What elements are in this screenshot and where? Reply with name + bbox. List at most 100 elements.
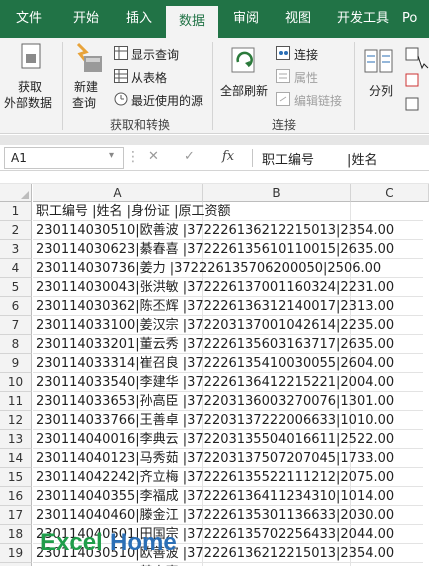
row-header[interactable]: 13 xyxy=(0,430,32,449)
link-icon xyxy=(276,92,290,106)
table-row: 14 230114040123|马秀茹 |372203137507207045|1… xyxy=(0,449,429,468)
group-separator xyxy=(212,42,213,130)
edit-links-label: 编辑链接 xyxy=(294,94,343,108)
row-header[interactable]: 8 xyxy=(0,335,32,354)
row-header[interactable]: 5 xyxy=(0,278,32,297)
row-header[interactable]: 7 xyxy=(0,316,32,335)
select-all-corner[interactable] xyxy=(0,184,32,202)
table-row: 11 230114033653|孙高臣 |372203136003270076|1… xyxy=(0,392,429,411)
cell-a[interactable]: 230114030623|綦春喜 |372226135610110015|263… xyxy=(33,240,423,259)
table-row: 7 230114033100|姜汉宗 |372203137001042614|22… xyxy=(0,316,429,335)
row-header[interactable]: 11 xyxy=(0,392,32,411)
cell-a[interactable]: 230114033201|董云秀 |372226135603163717|263… xyxy=(33,335,423,354)
table-row: 13 230114040016|李典云 |372203135504016611|2… xyxy=(0,430,429,449)
cell-a[interactable]: 230114033100|姜汉宗 |372203137001042614|223… xyxy=(33,316,423,335)
column-header-b[interactable]: B xyxy=(203,184,351,202)
split-columns-label: 分列 xyxy=(369,84,394,98)
recent-sources-label: 最近使用的源 xyxy=(131,94,204,108)
group-label-connections: 连接 xyxy=(272,118,297,132)
tab-data[interactable]: 数据 xyxy=(166,6,218,38)
new-query-icon xyxy=(76,42,102,72)
name-box[interactable]: A1 ▾ xyxy=(4,147,124,169)
split-columns-icon xyxy=(364,49,393,73)
table-row: 15 230114042242|齐立梅 |372226135522111212|2… xyxy=(0,468,429,487)
group-separator xyxy=(62,42,63,130)
table-row: 4 230114030736|姜力 |372226135706200050|250… xyxy=(0,259,429,278)
cell-a[interactable]: 230114030510|欧善波 |372226136212215013|235… xyxy=(33,221,423,240)
table-row: 8 230114033201|董云秀 |372226135603163717|26… xyxy=(0,335,429,354)
from-table-label: 从表格 xyxy=(131,71,168,85)
cell-a[interactable]: 230114040123|马秀茹 |372203137507207045|173… xyxy=(33,449,423,468)
name-box-value: A1 xyxy=(11,151,27,165)
tab-file[interactable]: 文件 xyxy=(4,0,54,38)
table-row: 1 职工编号 |姓名 |身份证 |原工资额 xyxy=(0,202,429,221)
group-label-get-transform: 获取和转换 xyxy=(110,118,171,132)
table-row: 10 230114033540|李建华 |372226136412215221|2… xyxy=(0,373,429,392)
table-row: 2 230114030510|欧善波 |372226136212215013|23… xyxy=(0,221,429,240)
ribbon: 获取 外部数据 新建 查询 显示查询 从表格 最近使用的源 获取和转换 全部刷新… xyxy=(0,38,429,134)
table-row: 3 230114030623|綦春喜 |372226135610110015|26… xyxy=(0,240,429,259)
cell-a[interactable]: 230114030736|姜力 |372226135706200050|2506… xyxy=(33,259,423,278)
cell-a[interactable]: 230114030043|张洪敏 |372226137001160324|223… xyxy=(33,278,423,297)
show-queries-label: 显示查询 xyxy=(131,48,180,62)
database-icon xyxy=(21,43,41,69)
cell-a[interactable]: 230114040016|李典云 |372203135504016611|252… xyxy=(33,430,423,449)
cell-a[interactable]: 230114033540|李建华 |372226136412215221|200… xyxy=(33,373,423,392)
get-data-label-1: 获取 xyxy=(18,80,43,94)
enter-icon[interactable]: ✓ xyxy=(184,149,195,164)
refresh-all-label: 全部刷新 xyxy=(220,84,269,98)
table-row: 16 230114040355|李福成 |372226136411234310|1… xyxy=(0,487,429,506)
cell-a[interactable]: 230114030362|陈丕辉 |372226136312140017|231… xyxy=(33,297,423,316)
row-header[interactable]: 9 xyxy=(0,354,32,373)
row-header[interactable]: 4 xyxy=(0,259,32,278)
tab-developer[interactable]: 开发工具 xyxy=(328,0,398,38)
more-icon: ⋮ xyxy=(126,149,140,165)
formula-bar: A1 ▾ ⋮ ✕ ✓ fx 职工编号 |姓名 xyxy=(0,145,429,171)
row-header[interactable]: 12 xyxy=(0,411,32,430)
row-header[interactable]: 6 xyxy=(0,297,32,316)
cell-a[interactable]: 230114033653|孙高臣 |372203136003270076|130… xyxy=(33,392,423,411)
table-row: 9 230114033314|崔召良 |372226135410030055|26… xyxy=(0,354,429,373)
new-query-label-1: 新建 xyxy=(74,80,99,94)
table-row: 6 230114030362|陈丕辉 |372226136312140017|23… xyxy=(0,297,429,316)
clock-icon xyxy=(114,92,128,106)
row-header[interactable]: 17 xyxy=(0,506,32,525)
row-header[interactable]: 2 xyxy=(0,221,32,240)
row-header[interactable]: 14 xyxy=(0,449,32,468)
column-header-c[interactable]: C xyxy=(351,184,429,202)
tab-home[interactable]: 开始 xyxy=(60,0,112,38)
chevron-down-icon[interactable]: ▾ xyxy=(109,150,114,161)
tab-view[interactable]: 视图 xyxy=(274,0,322,38)
ribbon-tab-bar: 文件 开始 插入 数据 审阅 视图 开发工具 Po xyxy=(0,0,429,38)
row-header[interactable]: 1 xyxy=(0,202,32,221)
data-tools-icons[interactable] xyxy=(404,46,429,118)
refresh-icon xyxy=(231,47,255,73)
tab-review[interactable]: 审阅 xyxy=(222,0,270,38)
cell-a[interactable]: 职工编号 |姓名 |身份证 |原工资额 xyxy=(33,202,423,221)
ribbon-gap xyxy=(0,135,429,145)
row-header[interactable]: 16 xyxy=(0,487,32,506)
watermark-text-1: Excel xyxy=(40,529,103,556)
row-header[interactable]: 19 xyxy=(0,544,32,563)
grid-icon xyxy=(114,69,128,83)
get-data-label-2: 外部数据 xyxy=(4,96,53,110)
tab-insert[interactable]: 插入 xyxy=(114,0,164,38)
row-header[interactable]: 10 xyxy=(0,373,32,392)
worksheet-grid[interactable]: A B C 1 职工编号 |姓名 |身份证 |原工资额 2 230114030510|… xyxy=(0,184,429,566)
cell-a[interactable]: 230114042242|齐立梅 |372226135522111212|207… xyxy=(33,468,423,487)
cell-a[interactable]: 230114033766|王善卓 |372203137222006633|101… xyxy=(33,411,423,430)
row-header[interactable]: 18 xyxy=(0,525,32,544)
column-header-a[interactable]: A xyxy=(33,184,203,202)
formula-separator xyxy=(252,149,253,167)
row-header[interactable]: 3 xyxy=(0,240,32,259)
formula-content[interactable]: 职工编号 |姓名 xyxy=(262,149,377,168)
cell-a[interactable]: 230114033314|崔召良 |372226135410030055|260… xyxy=(33,354,423,373)
cell-a[interactable]: 230114040355|李福成 |372226136411234310|101… xyxy=(33,487,423,506)
row-header[interactable]: 15 xyxy=(0,468,32,487)
group-separator xyxy=(354,42,355,130)
cancel-icon[interactable]: ✕ xyxy=(148,149,159,164)
tab-power[interactable]: Po xyxy=(402,0,429,38)
insert-function-icon[interactable]: fx xyxy=(222,149,234,164)
connections-label: 连接 xyxy=(294,48,319,62)
table-row: 5 230114030043|张洪敏 |372226137001160324|22… xyxy=(0,278,429,297)
